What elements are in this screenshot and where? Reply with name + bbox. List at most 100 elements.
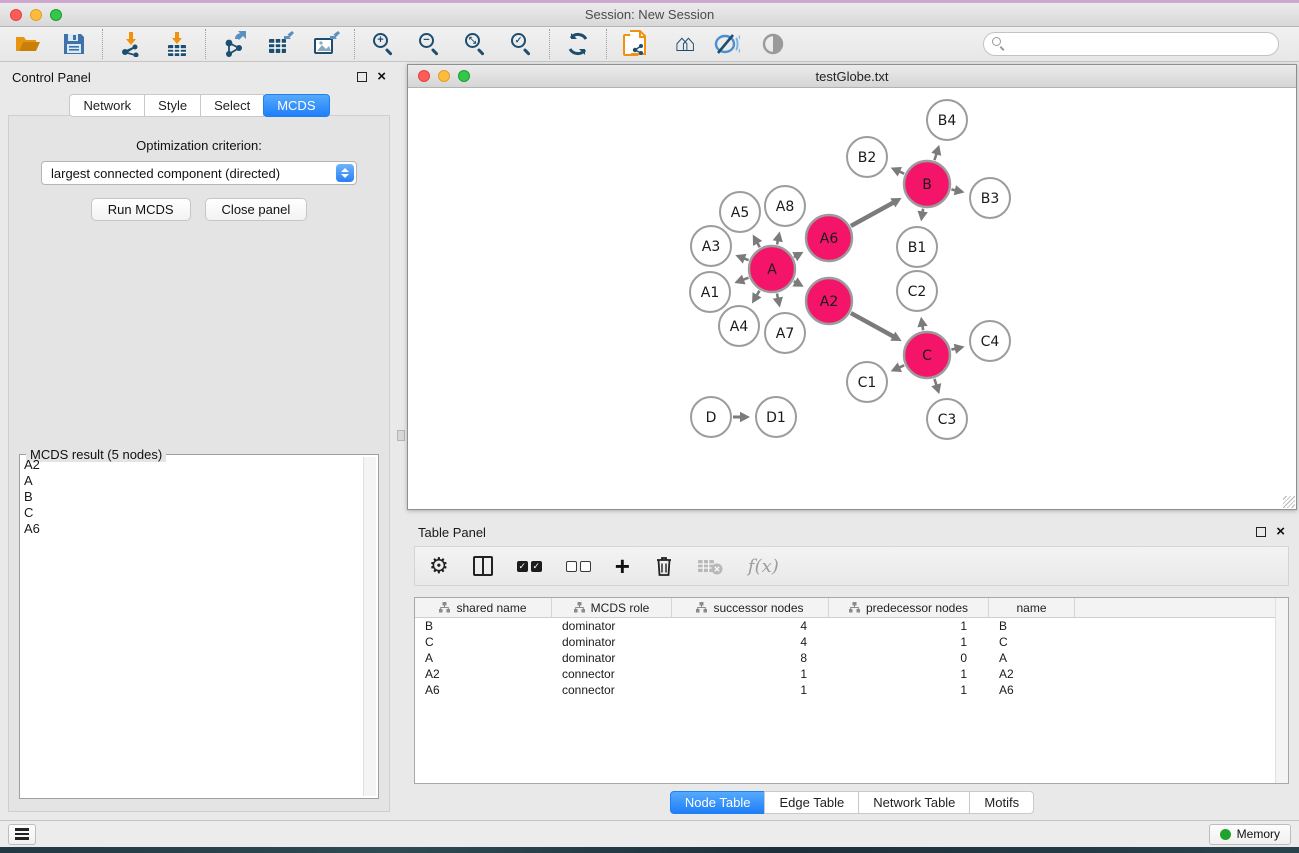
tab-motifs[interactable]: Motifs (969, 791, 1034, 814)
memory-button[interactable]: Memory (1209, 824, 1291, 845)
result-item[interactable]: A (22, 473, 362, 489)
table-row[interactable]: A2connector11A2 (415, 666, 1288, 682)
table-row[interactable]: A6connector11A6 (415, 682, 1288, 698)
table-cell[interactable]: 1 (829, 666, 989, 682)
tab-mcds[interactable]: MCDS (263, 94, 329, 117)
search-input[interactable] (1006, 35, 1278, 53)
table-cell[interactable]: dominator (552, 634, 672, 650)
column-header-predecessor-nodes[interactable]: predecessor nodes (829, 598, 989, 617)
table-cell[interactable]: dominator (552, 650, 672, 666)
table-cell[interactable]: 4 (672, 618, 829, 634)
task-history-button[interactable] (8, 824, 36, 845)
close-panel-button[interactable]: Close panel (205, 198, 308, 221)
table-cell[interactable]: B (989, 618, 1075, 634)
zoom-in-icon[interactable]: + (369, 30, 397, 58)
zoom-selected-icon[interactable]: ✓ (507, 30, 535, 58)
deselect-all-icon[interactable] (566, 561, 591, 572)
close-panel-icon[interactable]: × (377, 72, 386, 82)
criterion-select[interactable]: largest connected component (directed) (41, 161, 357, 185)
table-cell[interactable]: A2 (415, 666, 552, 682)
table-cell[interactable]: connector (552, 682, 672, 698)
table-cell[interactable]: C (989, 634, 1075, 650)
search-field[interactable] (983, 32, 1279, 56)
run-mcds-button[interactable]: Run MCDS (91, 198, 191, 221)
tab-node-table[interactable]: Node Table (670, 791, 766, 814)
table-cell[interactable]: 1 (672, 666, 829, 682)
table-cell[interactable]: A6 (989, 682, 1075, 698)
column-header-successor-nodes[interactable]: successor nodes (672, 598, 829, 617)
table-settings-icon[interactable]: ⚙ (429, 555, 449, 577)
table-cell[interactable]: connector (552, 666, 672, 682)
edge-A2-C[interactable] (851, 313, 895, 337)
zoom-fit-icon[interactable]: ⤡ (461, 30, 489, 58)
import-network-icon[interactable] (117, 30, 145, 58)
delete-column-icon[interactable] (654, 555, 674, 577)
table-cell[interactable]: B (415, 618, 552, 634)
tab-style[interactable]: Style (144, 94, 201, 117)
column-header-shared-name[interactable]: shared name (415, 598, 552, 617)
save-session-icon[interactable] (60, 30, 88, 58)
open-session-icon[interactable] (14, 30, 42, 58)
table-cell[interactable]: 1 (829, 618, 989, 634)
node-label-B4: B4 (938, 113, 957, 129)
table-row[interactable]: Cdominator41C (415, 634, 1288, 650)
column-visibility-icon[interactable] (473, 556, 493, 576)
node-label-C4: C4 (981, 334, 1000, 350)
table-body: Bdominator41BCdominator41CAdominator80AA… (415, 618, 1288, 698)
column-header-MCDS-role[interactable]: MCDS role (552, 598, 672, 617)
table-cell[interactable]: 1 (829, 634, 989, 650)
refresh-icon[interactable] (564, 30, 592, 58)
window-resize-grip[interactable] (1283, 496, 1295, 508)
result-scrollbar[interactable] (363, 457, 376, 796)
hide-details-icon[interactable] (713, 30, 741, 58)
split-divider-handle[interactable] (397, 430, 405, 441)
table-row[interactable]: Adominator80A (415, 650, 1288, 666)
table-cell[interactable]: dominator (552, 618, 672, 634)
float-table-panel-icon[interactable] (1256, 527, 1266, 537)
table-cell[interactable]: 4 (672, 634, 829, 650)
eye-icon[interactable] (759, 30, 787, 58)
app-title: Session: New Session (0, 7, 1299, 22)
tab-network[interactable]: Network (69, 94, 145, 117)
column-header-name[interactable]: name (989, 598, 1075, 617)
table-cell[interactable]: 0 (829, 650, 989, 666)
select-all-icon[interactable]: ✓✓ (517, 561, 542, 572)
add-column-icon[interactable]: + (615, 556, 630, 576)
close-table-panel-icon[interactable]: × (1276, 527, 1285, 537)
float-panel-icon[interactable] (357, 72, 367, 82)
table-cell[interactable]: C (415, 634, 552, 650)
network-graph[interactable]: B4B2BB3A5A8A6B1A3AC2A1A2A4A7C4CC1C3DD1 (408, 88, 1296, 509)
table-cell[interactable]: A2 (989, 666, 1075, 682)
mcds-result-list[interactable]: A2ABCA6 (22, 457, 362, 796)
network-canvas[interactable]: B4B2BB3A5A8A6B1A3AC2A1A2A4A7C4CC1C3DD1 (408, 88, 1296, 509)
table-cell[interactable]: A6 (415, 682, 552, 698)
export-image-icon[interactable] (312, 30, 340, 58)
zoom-out-icon[interactable]: − (415, 30, 443, 58)
result-item[interactable]: A6 (22, 521, 362, 537)
edge-arrowhead (773, 297, 783, 308)
table-cell[interactable]: A (415, 650, 552, 666)
tab-edge-table[interactable]: Edge Table (764, 791, 859, 814)
node-label-D1: D1 (766, 410, 786, 426)
export-network-icon[interactable] (220, 30, 248, 58)
result-item[interactable]: B (22, 489, 362, 505)
tab-network-table[interactable]: Network Table (858, 791, 970, 814)
node-label-B3: B3 (981, 191, 1000, 207)
result-item[interactable]: A2 (22, 457, 362, 473)
edge-A6-B[interactable] (851, 202, 895, 226)
table-row[interactable]: Bdominator41B (415, 618, 1288, 634)
result-item[interactable]: C (22, 505, 362, 521)
table-scrollbar[interactable] (1275, 598, 1288, 783)
export-table-icon[interactable] (266, 30, 294, 58)
home-icon[interactable]: ⌂⌂ (667, 30, 695, 58)
network-window-titlebar[interactable]: testGlobe.txt (408, 65, 1296, 88)
table-cell[interactable]: 1 (672, 682, 829, 698)
table-cell[interactable]: A (989, 650, 1075, 666)
table-panel: Table Panel × ⚙ ✓✓ + f(x) shared nameMCD… (404, 518, 1299, 820)
duplicate-network-icon[interactable] (621, 30, 649, 58)
column-header-filler (1075, 598, 1288, 617)
table-cell[interactable]: 1 (829, 682, 989, 698)
table-cell[interactable]: 8 (672, 650, 829, 666)
import-table-icon[interactable] (163, 30, 191, 58)
tab-select[interactable]: Select (200, 94, 264, 117)
